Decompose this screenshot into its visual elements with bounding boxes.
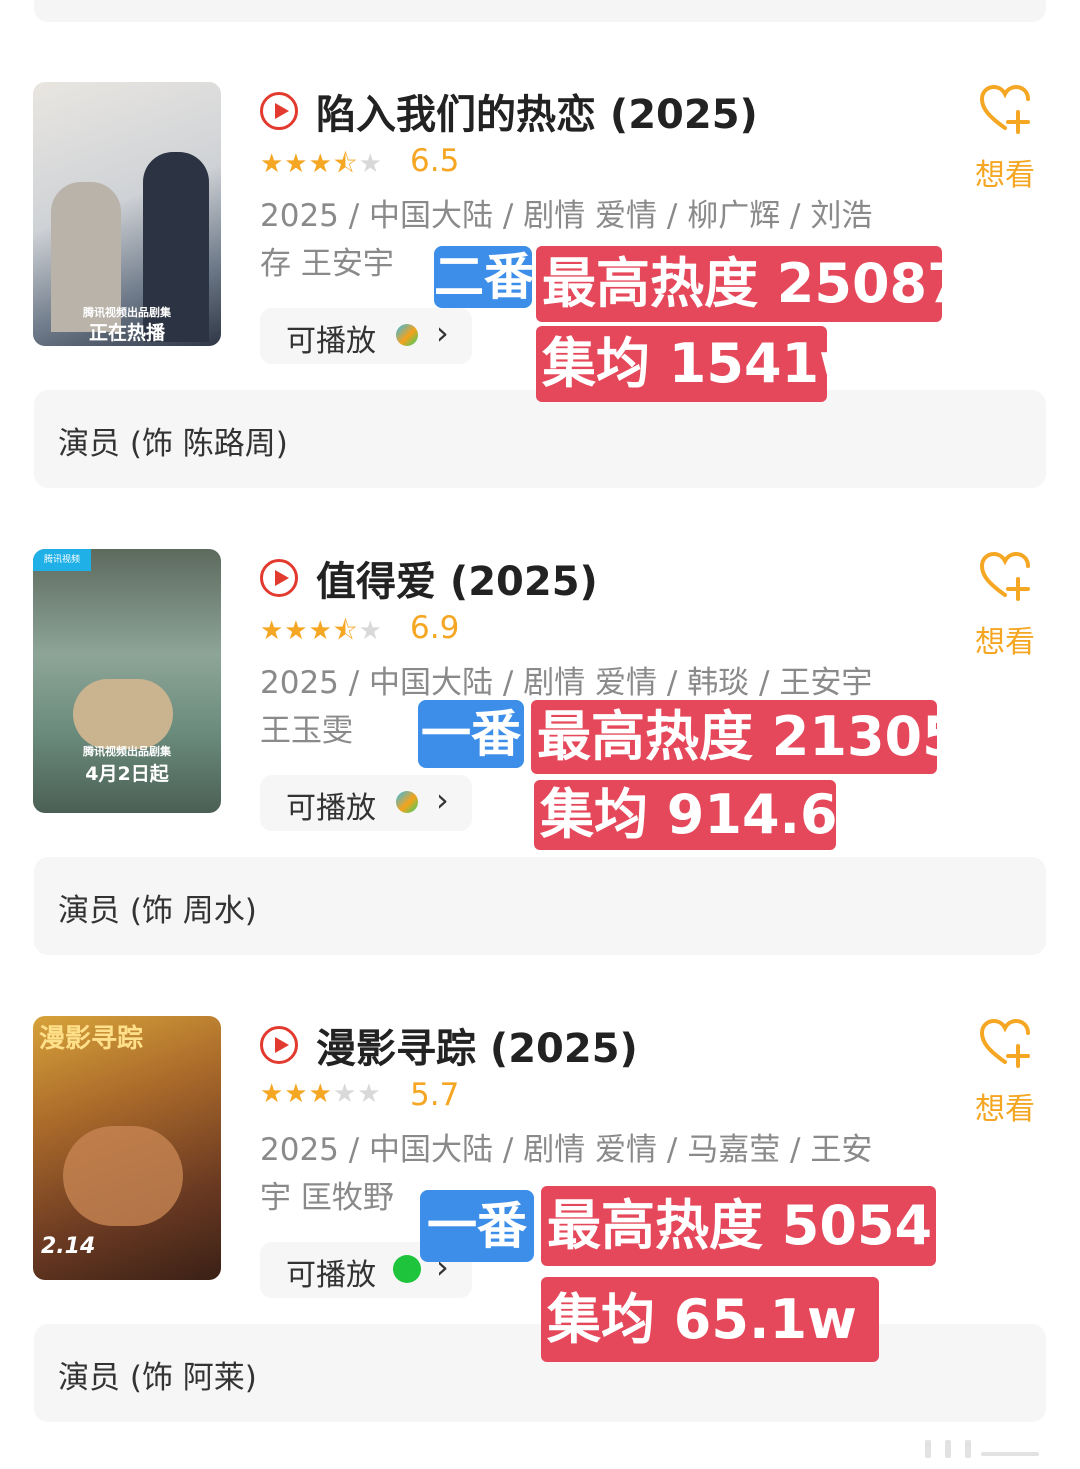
rating-stars: ★★★★★ xyxy=(260,1079,382,1109)
poster-caption-main: 正在热播 xyxy=(88,322,165,344)
play-icon[interactable] xyxy=(260,1026,298,1064)
chevron-right-icon: › xyxy=(436,781,449,819)
peak-heat-tag: 最高热度 21305 xyxy=(531,700,960,774)
actor-role-text: 演员 (饰 周水) xyxy=(58,893,257,929)
rating-stars: ★★★⯪★ xyxy=(260,149,383,179)
want-label: 想看 xyxy=(975,1092,1035,1127)
poster-caption-main: 2.14 xyxy=(41,1234,96,1259)
play-icon[interactable] xyxy=(260,559,298,597)
want-label: 想看 xyxy=(975,158,1035,193)
want-label: 想看 xyxy=(975,625,1035,660)
poster-caption-main: 4月2日起 xyxy=(85,763,169,785)
poster-caption-top: 腾讯视频出品剧集 xyxy=(83,745,171,758)
chevron-right-icon: › xyxy=(436,314,449,352)
rank-tag: 一番 xyxy=(420,1190,534,1262)
actor-role-text: 演员 (饰 阿莱) xyxy=(58,1360,257,1396)
poster-caption-top: 漫影寻踪 xyxy=(39,1024,144,1054)
playable-label: 可播放 xyxy=(286,324,376,359)
movie-title[interactable]: 漫影寻踪 (2025) xyxy=(316,1016,638,1074)
want-to-watch-button[interactable]: 想看 xyxy=(965,82,1045,194)
actor-role-text: 演员 (饰 陈路周) xyxy=(58,426,288,462)
rank-tag: 二番 xyxy=(434,246,534,308)
playable-label: 可播放 xyxy=(286,1258,376,1293)
movie-title[interactable]: 陷入我们的热恋 (2025) xyxy=(316,82,758,140)
rating-score: 6.9 xyxy=(410,610,460,646)
playable-button[interactable]: 可播放 › xyxy=(260,775,472,831)
poster-image[interactable]: 腾讯视频 腾讯视频出品剧集 4月2日起 xyxy=(33,549,221,813)
rating-stars: ★★★⯪★ xyxy=(260,616,383,646)
poster-image[interactable]: 腾讯视频出品剧集 正在热播 xyxy=(33,82,221,346)
playable-button[interactable]: 可播放 › xyxy=(260,308,472,364)
peak-heat-tag: 最高热度 5054 xyxy=(541,1186,936,1266)
want-to-watch-button[interactable]: 想看 xyxy=(965,1016,1045,1128)
playable-label: 可播放 xyxy=(286,791,376,826)
movie-title[interactable]: 值得爱 (2025) xyxy=(316,549,598,607)
avg-per-episode-tag: 集均 914.6w xyxy=(534,780,888,850)
rank-tag: 一番 xyxy=(418,700,524,768)
tencent-video-icon xyxy=(396,324,418,346)
rating-score: 6.5 xyxy=(410,143,460,179)
scroll-indicator xyxy=(925,1440,1053,1462)
heart-plus-icon xyxy=(979,1018,1030,1068)
rating-score: 5.7 xyxy=(410,1077,460,1113)
movie-entry: 腾讯视频 腾讯视频出品剧集 4月2日起 值得爱 (2025) ★★★⯪★ 6.9… xyxy=(0,467,1080,955)
iqiyi-icon xyxy=(393,1255,421,1283)
avg-per-episode-tag: 集均 1541w xyxy=(536,326,869,402)
want-to-watch-button[interactable]: 想看 xyxy=(965,549,1045,661)
heart-plus-icon xyxy=(979,551,1030,601)
movie-entry: 漫影寻踪 2.14 漫影寻踪 (2025) ★★★★★ 5.7 2025 / 中… xyxy=(0,934,1080,1422)
poster-image[interactable]: 漫影寻踪 2.14 xyxy=(33,1016,221,1280)
avg-per-episode-tag: 集均 65.1w xyxy=(541,1277,879,1362)
peak-heat-tag: 最高热度 25087 xyxy=(536,246,965,322)
heart-plus-icon xyxy=(979,84,1030,134)
movie-entry: 腾讯视频出品剧集 正在热播 陷入我们的热恋 (2025) ★★★⯪★ 6.5 2… xyxy=(0,0,1080,488)
tencent-video-icon xyxy=(396,791,418,813)
actor-role-row[interactable]: 演员 (饰 阿莱) xyxy=(34,1324,1046,1422)
play-icon[interactable] xyxy=(260,92,298,130)
